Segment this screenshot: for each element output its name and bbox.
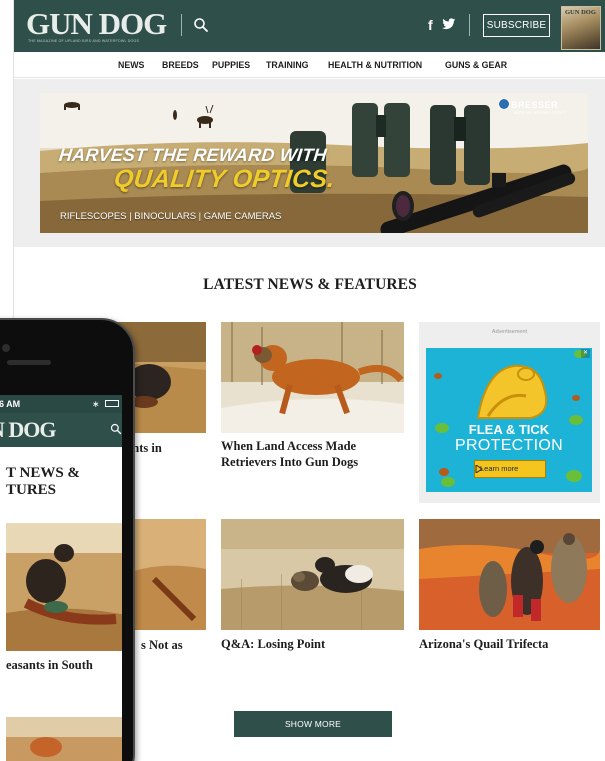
phone-speaker [7,360,51,365]
phone-site-logo[interactable]: N DOG [0,418,56,442]
card-title[interactable]: ants in [126,440,206,456]
search-icon[interactable] [193,17,209,33]
card-image[interactable] [221,519,404,630]
phone-mockup: 26 AM ∗ N DOG T NEWS & TURES [0,318,135,761]
magazine-cover-image[interactable]: GUN DOG [561,6,601,50]
nav-item-health-nutrition[interactable]: HEALTH & NUTRITION [328,52,422,78]
twitter-icon[interactable] [442,18,456,30]
play-arrow-icon [475,465,483,473]
ad-headline: FLEA & TICK [468,422,550,437]
card-title[interactable]: s Not as [141,637,206,653]
card-image[interactable] [221,322,404,433]
card-title[interactable]: Arizona's Quail Trifecta [419,636,600,652]
phone-screen: 26 AM ∗ N DOG T NEWS & TURES [0,395,122,761]
search-icon[interactable] [110,423,122,435]
learn-more-button[interactable]: Learn more [474,460,546,478]
magazine-cover-title: GUN DOG [565,9,596,16]
main-nav: NEWS BREEDS PUPPIES TRAINING HEALTH & NU… [14,52,605,78]
sidebar-ad[interactable]: Advertisement FLEA & TICK PROTECTION Lea… [419,322,600,503]
phone-card-image[interactable] [6,717,122,761]
subscribe-button[interactable]: SUBSCRIBE [483,14,550,37]
phone-card-title[interactable]: easants in South [6,657,93,673]
phone-site-header: N DOG [0,413,122,447]
section-title: LATEST NEWS & FEATURES [203,276,417,293]
phone-section-title-line2: TURES [6,482,57,498]
banner-subline: RIFLESCOPES | BINOCULARS | GAME CAMERAS [60,211,282,222]
banner-brand: BRESSER [511,100,559,110]
card-title[interactable]: Q&A: Losing Point [221,636,404,652]
phone-camera [2,344,10,352]
nav-item-breeds[interactable]: BREEDS [162,52,199,78]
screenshot-stage: GUN DOG THE MAGAZINE OF UPLAND BIRD AND … [0,0,605,761]
card-photo [221,519,404,630]
phone-card-photo [6,523,122,651]
learn-more-label: Learn more [480,464,519,473]
flea-tick-ad[interactable]: FLEA & TICK PROTECTION Learn more ✕ [426,348,592,492]
site-tagline: THE MAGAZINE OF UPLAND BIRD AND WATERFOW… [28,39,140,43]
bresser-logo-icon [498,98,510,110]
nav-item-guns-gear[interactable]: GUNS & GEAR [445,52,507,78]
banner-headline-2: QUALITY OPTICS. [112,165,337,193]
banner-ad[interactable]: BRESSER SINCE 1957 BRESSER OPTICS HARVES… [40,93,588,233]
nav-item-training[interactable]: TRAINING [266,52,309,78]
card-title[interactable]: When Land Access Made Retrievers Into Gu… [221,438,404,470]
show-more-button[interactable]: SHOW MORE [234,711,392,737]
phone-section-title: T NEWS & TURES [6,465,80,499]
battery-icon [105,400,119,407]
phone-card-image[interactable] [6,523,122,651]
banner-headline-1: HARVEST THE REWARD WITH [58,145,328,165]
banner-brand-tagline: SINCE 1957 BRESSER OPTICS [513,111,566,115]
bluetooth-icon: ∗ [92,399,100,409]
nav-item-news[interactable]: NEWS [118,52,144,78]
facebook-icon[interactable]: f [428,16,433,34]
ad-close-icon[interactable]: ✕ [581,349,590,358]
phone-time: 26 AM [0,399,21,409]
card-photo [221,322,404,433]
site-header: GUN DOG THE MAGAZINE OF UPLAND BIRD AND … [14,0,605,52]
header-divider [469,14,470,36]
phone-section-title-line1: T NEWS & [6,465,80,481]
header-divider [181,14,182,36]
card-photo [419,519,600,630]
nav-item-puppies[interactable]: PUPPIES [212,52,250,78]
ad-subheadline: PROTECTION [455,437,563,454]
phone-card-photo [6,717,122,761]
site-logo[interactable]: GUN DOG [26,8,167,40]
ad-label: Advertisement [491,329,528,335]
card-image[interactable] [419,519,600,630]
phone-status-bar: 26 AM ∗ [0,395,122,413]
